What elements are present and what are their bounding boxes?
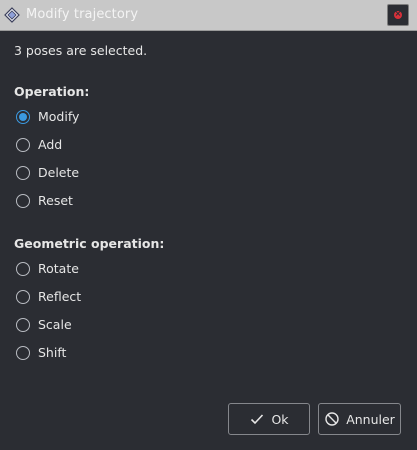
radio-scale[interactable]: Scale [16, 316, 72, 334]
radio-label: Modify [38, 109, 80, 124]
radio-reflect[interactable]: Reflect [16, 288, 81, 306]
cancel-button[interactable]: Annuler [318, 403, 401, 435]
radio-label: Reset [38, 193, 73, 208]
title-bar[interactable]: Modify trajectory × [0, 0, 417, 31]
radio-button[interactable] [16, 110, 30, 124]
ok-button[interactable]: Ok [228, 403, 310, 435]
radio-button[interactable] [16, 290, 30, 304]
window-title: Modify trajectory [26, 7, 139, 22]
radio-button[interactable] [16, 194, 30, 208]
geometric-operation-title: Geometric operation: [14, 236, 165, 251]
radio-rotate[interactable]: Rotate [16, 260, 79, 278]
radio-label: Rotate [38, 261, 79, 276]
selection-info: 3 poses are selected. [14, 43, 148, 58]
radio-label: Delete [38, 165, 80, 180]
radio-label: Reflect [38, 289, 82, 304]
radio-button[interactable] [16, 346, 30, 360]
radio-button[interactable] [16, 166, 30, 180]
radio-label: Shift [38, 345, 67, 360]
radio-reset[interactable]: Reset [16, 192, 73, 210]
radio-button[interactable] [16, 262, 30, 276]
radio-modify[interactable]: Modify [16, 108, 79, 126]
close-button[interactable]: × [387, 4, 409, 26]
radio-delete[interactable]: Delete [16, 164, 79, 182]
operation-title: Operation: [14, 84, 90, 99]
radio-label: Add [38, 137, 63, 152]
radio-button[interactable] [16, 138, 30, 152]
check-icon [251, 414, 264, 425]
radio-button[interactable] [16, 318, 30, 332]
radio-add[interactable]: Add [16, 136, 62, 154]
cancel-icon [325, 412, 339, 426]
radio-shift[interactable]: Shift [16, 344, 66, 362]
cancel-label: Annuler [346, 411, 395, 427]
ok-label: Ok [271, 411, 289, 427]
app-icon [4, 7, 20, 23]
radio-label: Scale [38, 317, 72, 332]
